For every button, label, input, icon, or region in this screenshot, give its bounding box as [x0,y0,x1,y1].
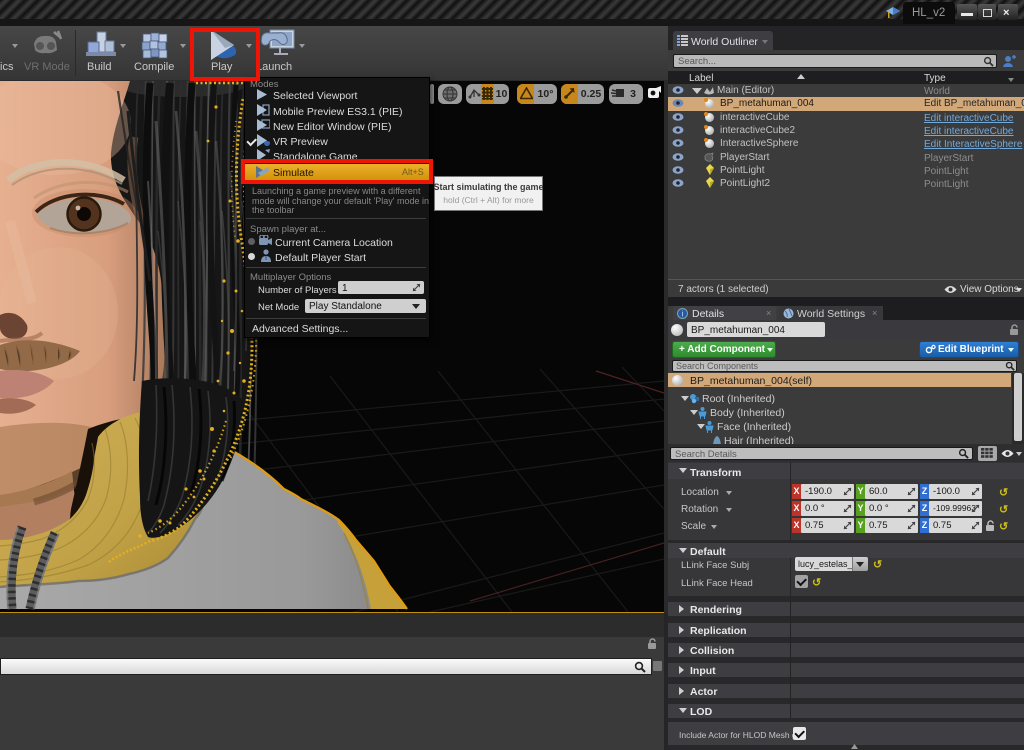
svg-text:i: i [682,310,684,319]
